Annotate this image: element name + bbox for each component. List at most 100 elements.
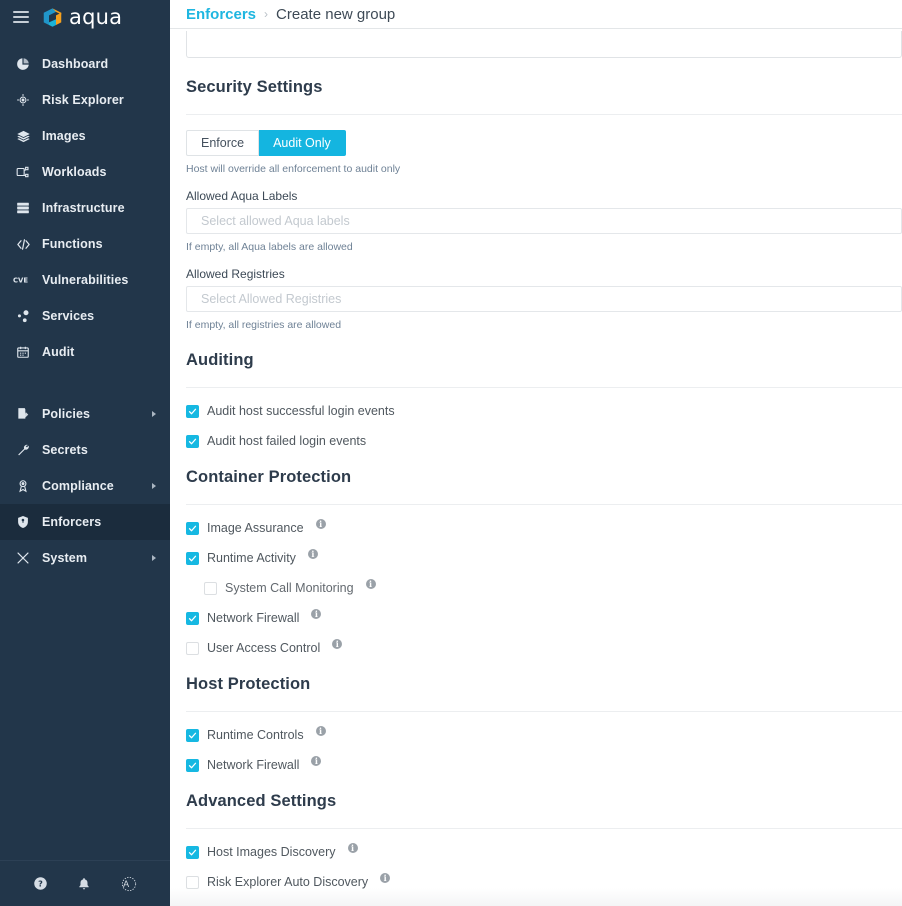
info-icon[interactable]: i — [347, 843, 358, 853]
partial-input-above[interactable] — [186, 31, 902, 58]
checkbox-row[interactable]: Runtime Activity i — [186, 549, 902, 565]
allowed-registries-label: Allowed Registries — [186, 267, 285, 281]
sidebar-item-system[interactable]: System — [0, 540, 170, 576]
checkbox-checked[interactable] — [186, 758, 199, 772]
checkbox-row[interactable]: Audit host failed login events — [186, 434, 902, 448]
sidebar-item-services[interactable]: Services — [0, 298, 170, 334]
user-avatar[interactable]: A — [121, 876, 137, 892]
checkbox-row[interactable]: Host Images Discovery i — [186, 843, 902, 859]
checkbox-row[interactable]: User Access Control i — [186, 639, 902, 655]
advanced-settings-checkbox-list: Host Images Discovery i Risk Explorer Auto… — [186, 843, 902, 889]
info-icon[interactable]: i — [380, 873, 391, 883]
target-icon — [12, 93, 34, 107]
breadcrumb-current: Create new group — [276, 5, 396, 23]
sidebar-item-label: Enforcers — [42, 515, 102, 529]
container-protection-checkbox-list: Image Assurance i Runtime Activity i System … — [186, 519, 902, 655]
checkbox-label: Risk Explorer Auto Discovery — [207, 875, 369, 889]
sidebar-item-secrets[interactable]: Secrets — [0, 432, 170, 468]
svg-text:CVE: CVE — [13, 277, 28, 285]
checkbox-checked[interactable] — [186, 728, 199, 742]
checkbox-checked[interactable] — [186, 551, 199, 565]
enforcement-mode-toggle: Enforce Audit Only — [186, 130, 902, 156]
checkbox-checked[interactable] — [186, 845, 199, 859]
sidebar-item-enforcers[interactable]: Enforcers — [0, 504, 170, 540]
info-icon[interactable]: i — [365, 579, 376, 589]
settings-form: Security Settings Enforce Audit Only Hos… — [170, 31, 902, 889]
checkbox-row[interactable]: Image Assurance i — [186, 519, 902, 535]
checkbox-label: Audit host failed login events — [207, 434, 367, 448]
checkbox-label: Audit host successful login events — [207, 404, 395, 418]
sidebar-item-label: Services — [42, 309, 95, 323]
chevron-right-icon — [152, 555, 156, 561]
auditing-checkbox-list: Audit host successful login events Audit … — [186, 404, 902, 448]
info-icon[interactable]: i — [332, 639, 343, 649]
sidebar-item-label: Compliance — [42, 479, 114, 493]
sidebar-item-risk-explorer[interactable]: Risk Explorer — [0, 82, 170, 118]
checkbox-label: Runtime Controls — [207, 728, 304, 742]
checkbox-row[interactable]: Network Firewall i — [186, 609, 902, 625]
cve-icon: CVE — [12, 274, 34, 286]
allowed-registries-select[interactable]: Select Allowed Registries — [186, 286, 902, 312]
checkbox-row[interactable]: Risk Explorer Auto Discovery i — [186, 873, 902, 889]
sidebar-item-label: Risk Explorer — [42, 93, 124, 107]
section-title-advanced-settings: Advanced Settings — [186, 792, 337, 810]
enforce-mode-button[interactable]: Enforce — [186, 130, 260, 156]
chevron-right-icon — [152, 411, 156, 417]
sidebar-item-functions[interactable]: Functions — [0, 226, 170, 262]
wrench-icon — [12, 443, 34, 457]
checkbox-checked[interactable] — [186, 404, 199, 418]
sidebar-item-images[interactable]: Images — [0, 118, 170, 154]
sidebar-item-vulnerabilities[interactable]: CVE Vulnerabilities — [0, 262, 170, 298]
checkbox-unchecked[interactable] — [204, 581, 217, 595]
sidebar-item-label: Secrets — [42, 443, 88, 457]
sidebar-item-compliance[interactable]: Compliance — [0, 468, 170, 504]
breadcrumb-root-link[interactable]: Enforcers — [186, 6, 256, 23]
checkbox-row[interactable]: Audit host successful login events — [186, 404, 902, 418]
help-icon[interactable]: ? — [33, 876, 48, 891]
sidebar-item-label: Functions — [42, 237, 103, 251]
checkbox-label: Network Firewall — [207, 611, 300, 625]
policy-icon — [12, 407, 34, 421]
checkbox-unchecked[interactable] — [186, 641, 199, 655]
sidebar-item-workloads[interactable]: Workloads — [0, 154, 170, 190]
checkbox-checked[interactable] — [186, 611, 199, 625]
calendar-icon — [12, 345, 34, 359]
info-icon[interactable]: i — [311, 609, 322, 619]
checkbox-checked[interactable] — [186, 434, 199, 448]
brand-name: aqua — [69, 5, 123, 29]
info-icon[interactable]: i — [307, 549, 318, 559]
notifications-bell-icon[interactable] — [77, 877, 91, 891]
info-icon[interactable]: i — [311, 756, 322, 766]
services-icon — [12, 309, 34, 324]
allowed-aqua-labels-hint: If empty, all Aqua labels are allowed — [186, 241, 353, 253]
sidebar-item-label: Infrastructure — [42, 201, 125, 215]
checkbox-row[interactable]: System Call Monitoring i — [204, 579, 902, 595]
checkbox-label: Image Assurance — [207, 521, 304, 535]
checkbox-unchecked[interactable] — [186, 875, 199, 889]
audit-only-mode-button[interactable]: Audit Only — [259, 130, 346, 156]
section-divider — [186, 504, 902, 505]
sidebar-brand: aqua — [0, 0, 170, 34]
sidebar-footer: ? A — [0, 860, 170, 906]
sidebar-item-policies[interactable]: Policies — [0, 396, 170, 432]
checkbox-row[interactable]: Runtime Controls i — [186, 726, 902, 742]
breadcrumb-separator-icon: › — [264, 7, 269, 21]
checkbox-checked[interactable] — [186, 521, 199, 535]
sidebar: aqua Dashboard Risk Explorer Images Work… — [0, 0, 170, 906]
shield-icon — [12, 515, 34, 529]
allowed-aqua-labels-placeholder: Select allowed Aqua labels — [201, 214, 350, 228]
pie-chart-icon — [12, 57, 34, 71]
checkbox-row[interactable]: Network Firewall i — [186, 756, 902, 772]
sidebar-item-infrastructure[interactable]: Infrastructure — [0, 190, 170, 226]
aqua-logo[interactable]: aqua — [42, 5, 122, 29]
sidebar-item-audit[interactable]: Audit — [0, 334, 170, 370]
checkbox-label: Runtime Activity — [207, 551, 296, 565]
sidebar-item-label: Policies — [42, 407, 91, 421]
server-icon — [12, 201, 34, 215]
hamburger-menu-icon[interactable] — [13, 11, 29, 23]
info-icon[interactable]: i — [315, 726, 326, 736]
allowed-aqua-labels-select[interactable]: Select allowed Aqua labels — [186, 208, 902, 234]
sidebar-item-dashboard[interactable]: Dashboard — [0, 46, 170, 82]
info-icon[interactable]: i — [315, 519, 326, 529]
section-title-host-protection: Host Protection — [186, 675, 311, 693]
